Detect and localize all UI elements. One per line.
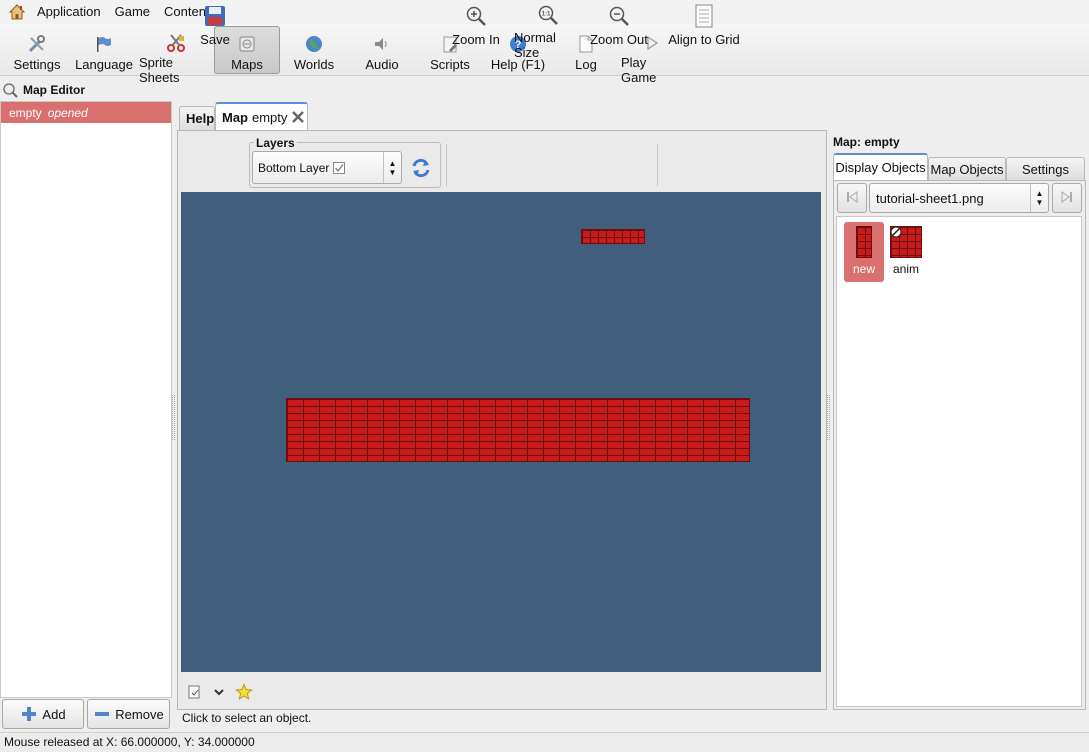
object-thumbnail: [856, 226, 872, 258]
home-icon: [8, 3, 26, 21]
align-to-grid-label: Align to Grid: [668, 32, 740, 47]
menu-application[interactable]: Application: [30, 0, 108, 24]
sprite-sheets-label: Sprite Sheets: [139, 55, 180, 85]
object-label: anim: [892, 262, 919, 276]
svg-text:1:1: 1:1: [542, 12, 551, 18]
object-label: new: [852, 262, 875, 276]
tab-settings-label: Settings: [1022, 161, 1069, 177]
canvas-footer: [181, 680, 381, 706]
worlds-button[interactable]: Worlds: [280, 26, 348, 74]
object-item-new[interactable]: new: [844, 222, 884, 282]
right-splitter-handle[interactable]: [827, 395, 830, 440]
skip-back-icon: [845, 190, 859, 207]
edit-icon[interactable]: [187, 684, 203, 703]
object-thumbnail: [890, 226, 922, 258]
audio-label: Audio: [365, 57, 399, 72]
left-splitter-handle[interactable]: [172, 395, 175, 440]
maps-label: Maps: [231, 57, 263, 72]
brick-sprite-small[interactable]: [581, 229, 645, 244]
scripts-label: Scripts: [430, 57, 470, 72]
map-canvas[interactable]: [181, 192, 821, 672]
plus-icon: [20, 705, 38, 723]
refresh-icon: [408, 158, 434, 184]
list-item[interactable]: empty opened: [1, 102, 171, 123]
magnifier-map-icon: [2, 82, 18, 98]
language-button[interactable]: Language: [70, 26, 138, 74]
language-label: Language: [75, 57, 133, 72]
tab-map-prefix: Map: [222, 109, 248, 125]
floppy-icon: [203, 4, 227, 28]
remove-button[interactable]: Remove: [87, 699, 170, 729]
refresh-button[interactable]: [408, 155, 436, 183]
skip-forward-icon: [1060, 190, 1074, 207]
chevron-updown-icon: ▲ ▼: [383, 152, 401, 183]
next-sheet-button[interactable]: [1052, 183, 1082, 213]
maps-list: empty opened: [0, 101, 172, 698]
panel-title: Map Editor: [2, 80, 85, 100]
tab-help-label: Help: [186, 111, 215, 126]
chevron-updown-icon: ▲ ▼: [1030, 184, 1048, 212]
canvas-hint: Click to select an object.: [182, 711, 312, 725]
save-label: Save: [200, 32, 230, 47]
tab-map-objects[interactable]: Map Objects: [928, 157, 1006, 180]
panel-title-text: Map Editor: [23, 83, 85, 97]
layer-select[interactable]: Bottom Layer ▲ ▼: [252, 151, 402, 184]
toolbar-separator: [657, 144, 658, 186]
layers-title: Layers: [254, 136, 297, 150]
tab-map-empty[interactable]: Map empty: [215, 102, 308, 130]
globe-icon: [303, 33, 325, 55]
status-bar: Mouse released at X: 66.000000, Y: 34.00…: [0, 732, 1089, 752]
zoom-out-label: Zoom Out: [590, 32, 648, 47]
scissors-icon: [165, 33, 187, 53]
map-name: empty: [9, 105, 42, 120]
brick-sprite-large[interactable]: [286, 398, 750, 462]
object-item-anim[interactable]: anim: [886, 222, 926, 282]
normal-size-label: Normal Size: [514, 30, 556, 60]
zoom-in-icon: [464, 4, 488, 28]
toolbar-separator: [446, 144, 447, 186]
tab-map-objects-label: Map Objects: [930, 161, 1004, 177]
zoom-reset-icon: 1:1: [536, 4, 560, 26]
settings-label: Settings: [13, 57, 61, 72]
sheet-value: tutorial-sheet1.png: [876, 190, 984, 206]
add-button[interactable]: Add: [2, 699, 84, 729]
menu-game[interactable]: Game: [108, 0, 157, 24]
settings-button[interactable]: Settings: [4, 26, 70, 74]
remove-label: Remove: [115, 706, 164, 722]
close-icon[interactable]: [291, 110, 305, 124]
map-icon: [236, 33, 258, 55]
document-lines-icon: [692, 4, 716, 28]
star-icon[interactable]: [235, 682, 253, 704]
display-objects-list: [836, 216, 1082, 707]
sprite-sheet-select[interactable]: tutorial-sheet1.png ▲ ▼: [869, 183, 1049, 213]
zoom-out-button[interactable]: Zoom Out: [589, 4, 649, 54]
zoom-out-icon: [607, 4, 631, 28]
align-to-grid-button[interactable]: Align to Grid: [666, 4, 742, 54]
worlds-label: Worlds: [293, 57, 335, 72]
audio-button[interactable]: Audio: [348, 26, 416, 74]
play-game-label: Play Game: [621, 55, 657, 85]
zoom-in-label: Zoom In: [452, 32, 500, 47]
zoom-in-button[interactable]: Zoom In: [452, 4, 500, 54]
tools-icon: [26, 33, 48, 55]
layer-visible-checkbox[interactable]: [333, 161, 346, 174]
normal-size-button[interactable]: 1:1 Normal Size: [514, 4, 582, 60]
tab-map-name: empty: [252, 109, 288, 125]
tab-settings[interactable]: Settings: [1006, 157, 1085, 180]
tab-display-objects[interactable]: Display Objects: [833, 153, 928, 180]
minus-icon: [93, 705, 111, 723]
speaker-icon: [371, 33, 393, 55]
tab-help[interactable]: Help: [179, 106, 215, 130]
flag-icon: [93, 33, 115, 55]
add-label: Add: [42, 706, 66, 722]
previous-sheet-button[interactable]: [837, 183, 867, 213]
status-text: Mouse released at X: 66.000000, Y: 34.00…: [4, 735, 255, 749]
chevron-down-icon[interactable]: [213, 686, 225, 701]
tab-display-objects-label: Display Objects: [835, 160, 926, 175]
save-button[interactable]: Save: [198, 4, 232, 54]
animation-badge-icon: [890, 226, 902, 241]
map-status: opened: [47, 105, 88, 120]
layer-value: Bottom Layer: [258, 160, 330, 175]
right-panel-title: Map: empty: [833, 135, 900, 149]
